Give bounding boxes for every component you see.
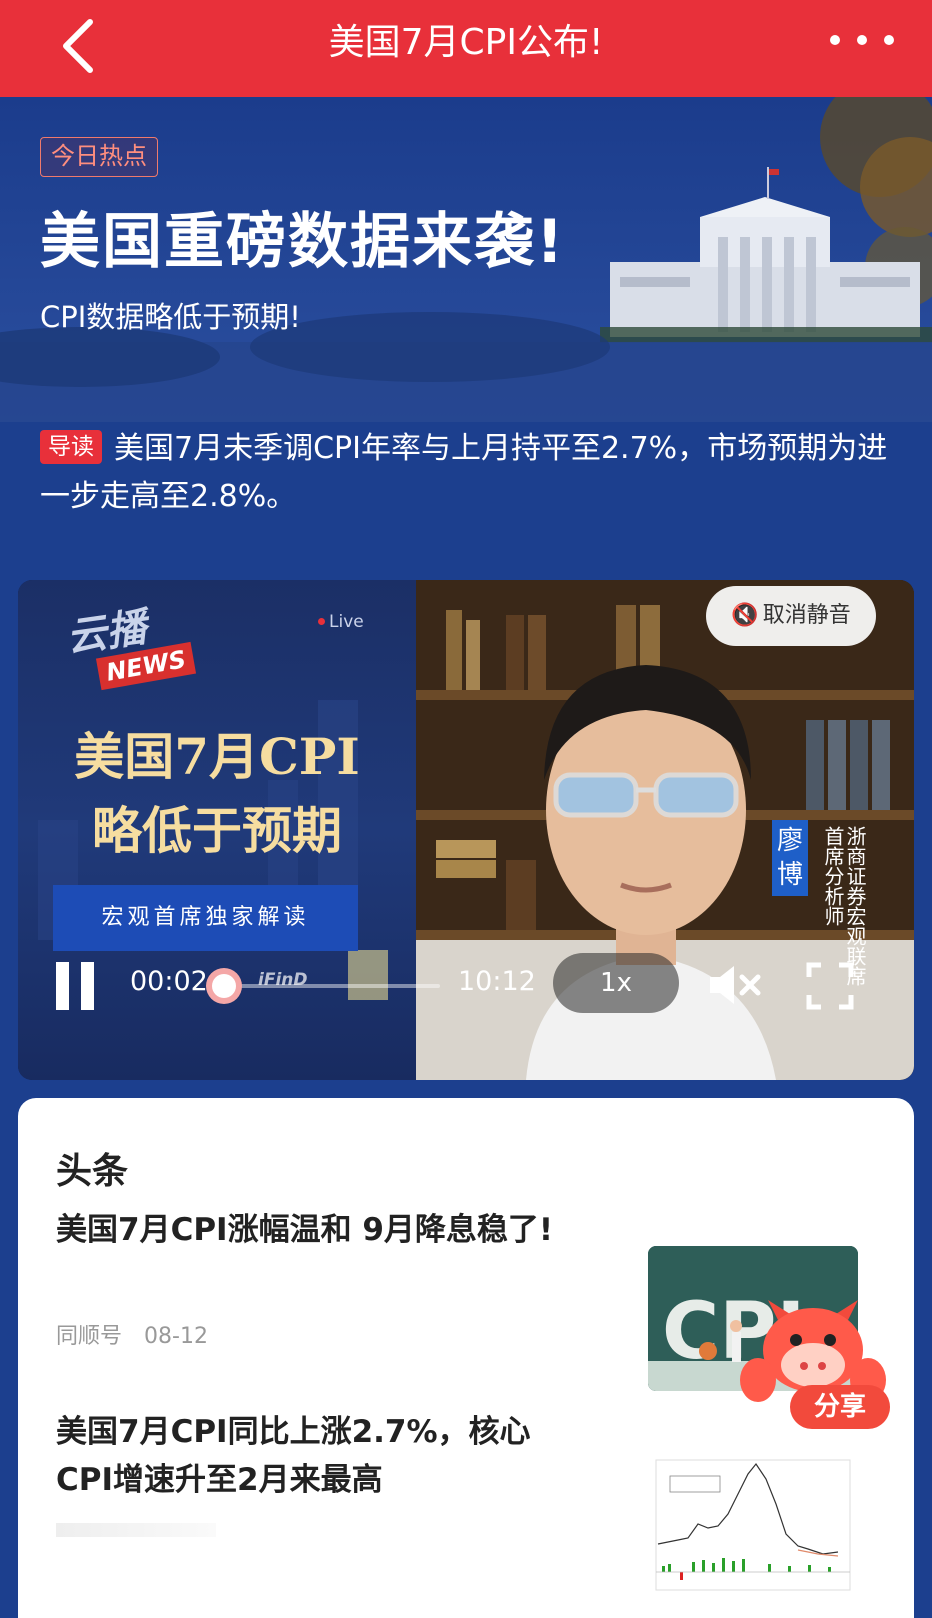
watermark: iFinD (258, 970, 308, 990)
video-headline-line1: 美国7月CPI (74, 727, 360, 786)
volume-mute-button[interactable] (708, 962, 764, 1008)
hero-banner: 今日热点 美国重磅数据来袭! CPI数据略低于预期! (0, 97, 932, 422)
progress-knob[interactable] (206, 968, 242, 1004)
hot-topic-badge: 今日热点 (40, 137, 158, 177)
lead-paragraph: 导读 美国7月未季调CPI年率与上月持平至2.7%，市场预期为进一步走高至2.8%… (40, 425, 900, 521)
news-title: 美国7月CPI同比上涨2.7%，核心CPI增速升至2月来最高 (56, 1414, 531, 1498)
live-indicator: Live (318, 612, 364, 632)
hero-title: 美国重磅数据来袭! (40, 207, 566, 277)
top-navigation-bar: 美国7月CPI公布! (0, 0, 932, 97)
more-dot-icon (884, 35, 894, 45)
pause-bar-icon (56, 962, 69, 1010)
unmute-button[interactable]: 🔇 取消静音 (706, 586, 876, 646)
total-time: 10:12 (458, 966, 536, 997)
more-dot-icon (857, 35, 867, 45)
unmute-label: 取消静音 (762, 603, 851, 628)
video-headline-line2: 略低于预期 (92, 801, 342, 860)
share-button[interactable]: 分享 (790, 1385, 890, 1429)
page-title: 美国7月CPI公布! (328, 22, 604, 63)
speaker-name-tag: 廖博 (772, 820, 808, 896)
video-controls: 00:02 iFinD 10:12 1x (18, 950, 914, 1040)
progress-bar[interactable] (224, 984, 440, 988)
cpi-line-chart-image (655, 1459, 851, 1591)
lead-text: 美国7月未季调CPI年率与上月持平至2.7%，市场预期为进一步走高至2.8%。 (40, 431, 888, 514)
fullscreen-button[interactable] (806, 962, 854, 1010)
more-options-button[interactable] (830, 20, 894, 60)
pause-button[interactable] (54, 962, 98, 1016)
fullscreen-icon (806, 962, 854, 1010)
pause-bar-icon (81, 962, 94, 1010)
video-headline: 美国7月CPI 略低于预期 (18, 720, 416, 868)
playback-speed-button[interactable]: 1x (553, 953, 679, 1013)
current-time: 00:02 (130, 966, 208, 997)
news-thumbnail-chart (648, 1454, 858, 1604)
section-title: 头条 (56, 1151, 129, 1192)
hero-subtitle: CPI数据略低于预期! (40, 300, 301, 334)
video-banner: 宏观首席独家解读 (53, 885, 358, 951)
video-player[interactable]: 云播 NEWS Live 美国7月CPI 略低于预期 宏观首席独家解读 🔇 取消… (18, 580, 914, 1080)
speaker-muted-icon: 🔇 (731, 603, 759, 628)
lead-tag: 导读 (40, 430, 102, 464)
news-source: 同顺号 (56, 1324, 123, 1349)
news-meta-placeholder (56, 1523, 216, 1537)
news-title: 美国7月CPI涨幅温和 9月降息稳了! (56, 1212, 554, 1248)
volume-off-icon (710, 966, 761, 1004)
more-dot-icon (830, 35, 840, 45)
news-meta: 同顺号 08-12 (56, 1318, 230, 1350)
news-date: 08-12 (144, 1324, 208, 1349)
